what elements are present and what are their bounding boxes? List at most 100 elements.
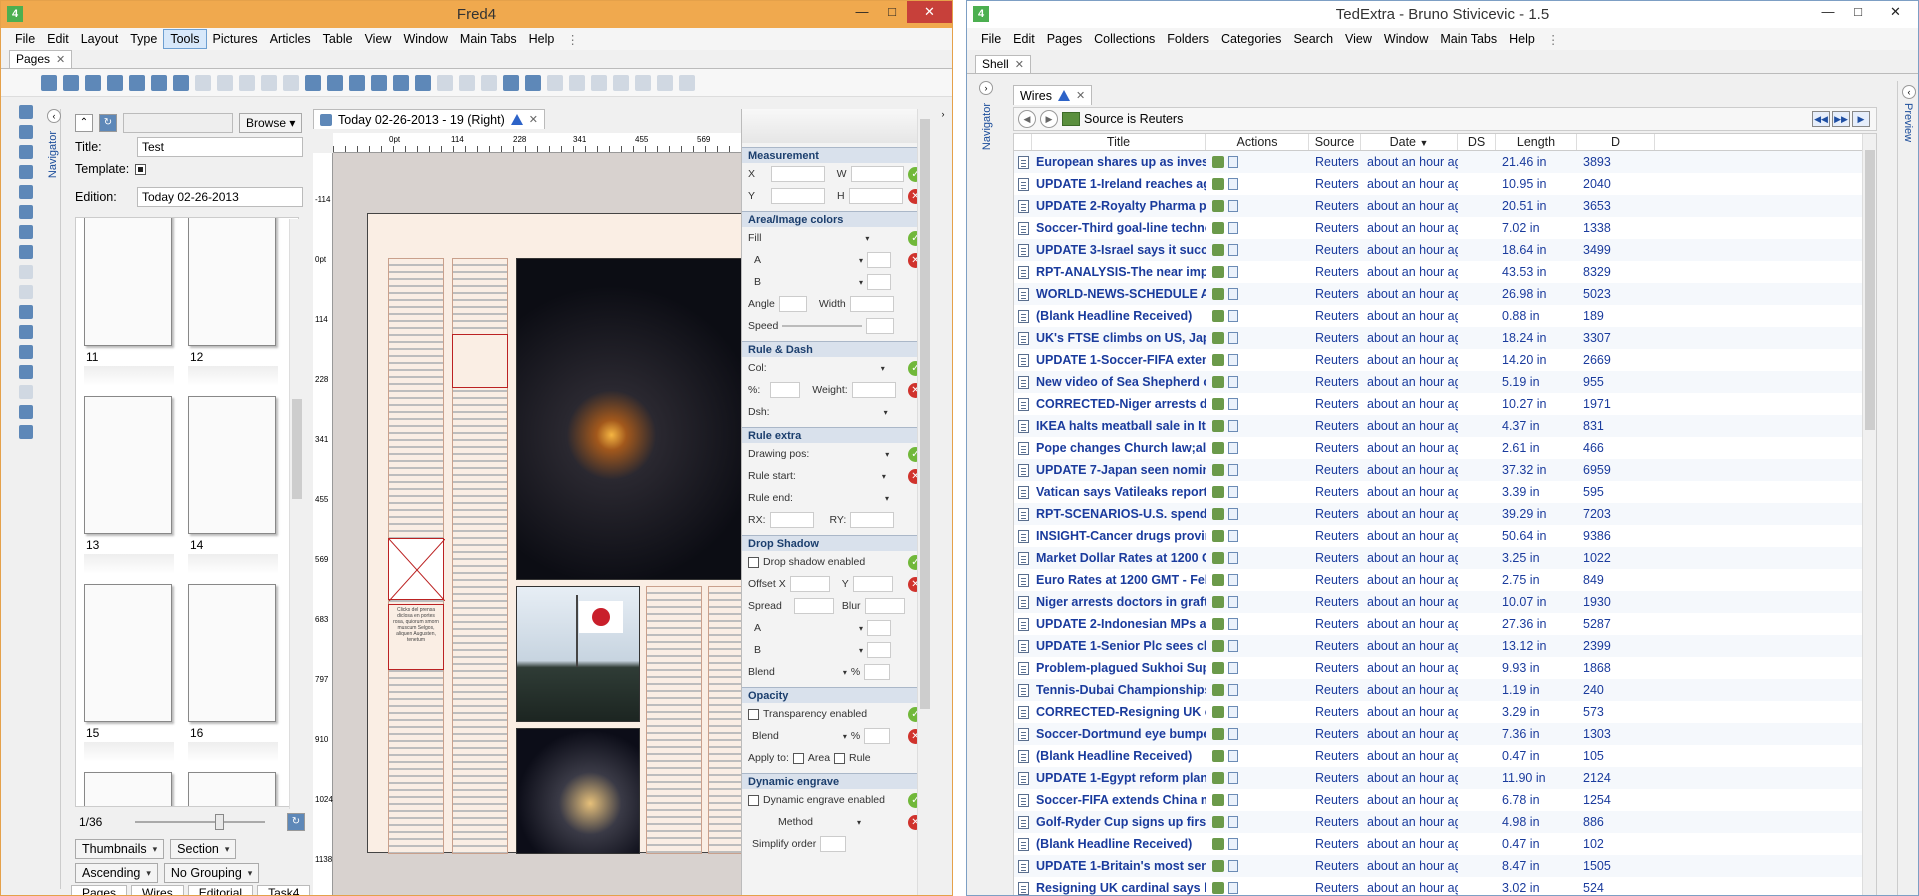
open-action-icon[interactable] (1228, 508, 1238, 520)
tab-task4[interactable]: Task4 (257, 885, 311, 895)
chevron-down-icon[interactable]: ▾ (859, 278, 863, 287)
link-action-icon[interactable] (1212, 838, 1224, 850)
link-action-icon[interactable] (1212, 310, 1224, 322)
table-icon[interactable] (393, 74, 409, 91)
section-measurement[interactable]: Measurement (742, 147, 931, 163)
menu-item[interactable]: Categories (1215, 30, 1287, 48)
menu-item[interactable]: Main Tabs (1434, 30, 1503, 48)
speed-input[interactable] (866, 318, 895, 334)
link-action-icon[interactable] (1212, 860, 1224, 872)
up-button[interactable]: ⌃ (75, 114, 93, 132)
chevron-down-icon[interactable]: ▾ (884, 408, 888, 417)
menu-item[interactable]: Type (124, 30, 163, 48)
pointer-icon[interactable] (19, 105, 33, 119)
page-thumbnail[interactable] (188, 218, 276, 346)
row-title[interactable]: UPDATE 7-Japan seen nominat (1032, 463, 1206, 477)
row-title[interactable]: Golf-Ryder Cup signs up first v (1032, 815, 1206, 829)
transparency-checkbox[interactable] (748, 708, 759, 720)
chevron-down-icon[interactable]: ▾ (885, 450, 889, 459)
layout-icon[interactable] (349, 74, 365, 91)
column-header-length[interactable]: Length (1496, 134, 1577, 150)
spread-input[interactable] (793, 598, 834, 614)
simplify-order-input[interactable] (820, 836, 847, 852)
columns-icon[interactable] (415, 74, 431, 91)
menu-item[interactable]: Main Tabs (454, 30, 523, 48)
menu-item[interactable]: Help (523, 30, 561, 48)
row-title[interactable]: UPDATE 2-Indonesian MPs air c (1032, 617, 1206, 631)
table-row[interactable]: UPDATE 1-Britain's most senio Reuters ab… (1014, 855, 1876, 877)
table-row[interactable]: Vatican says Vatileaks report to Reuters… (1014, 481, 1876, 503)
collapse-icon[interactable]: ‹ (47, 109, 61, 123)
open-action-icon[interactable] (1228, 420, 1238, 432)
export-icon[interactable] (151, 74, 167, 91)
table-row[interactable]: Resigning UK cardinal says he Reuters ab… (1014, 877, 1876, 895)
chevron-down-icon[interactable]: ▾ (865, 234, 869, 243)
column-header-title[interactable]: Title (1032, 134, 1206, 150)
table-row[interactable]: UPDATE 1-Soccer-FIFA extend Reuters abou… (1014, 349, 1876, 371)
empty-picture-box[interactable] (388, 538, 446, 602)
open-action-icon[interactable] (1228, 640, 1238, 652)
menu-item[interactable]: View (359, 30, 398, 48)
page-thumbnail[interactable] (84, 772, 172, 806)
open-action-icon[interactable] (1228, 332, 1238, 344)
row-title[interactable]: Soccer-Third goal-line technol (1032, 221, 1206, 235)
link-action-icon[interactable] (1212, 178, 1224, 190)
close-icon[interactable]: ✕ (529, 113, 538, 126)
menu-item[interactable]: Pictures (207, 30, 264, 48)
unlink-icon[interactable] (19, 285, 33, 299)
close-button[interactable]: ✕ (1873, 1, 1918, 23)
row-title[interactable]: Market Dollar Rates at 1200 G (1032, 551, 1206, 565)
link-action-icon[interactable] (1212, 508, 1224, 520)
column-header-source[interactable]: Source (1309, 134, 1361, 150)
link-action-icon[interactable] (1212, 882, 1224, 894)
open-action-icon[interactable] (1228, 618, 1238, 630)
word-icon[interactable] (19, 425, 33, 439)
link-action-icon[interactable] (1212, 618, 1224, 630)
table-row[interactable]: Soccer-Third goal-line technol Reuters a… (1014, 217, 1876, 239)
row-title[interactable]: Soccer-FIFA extends China ma (1032, 793, 1206, 807)
page-thumbnail[interactable] (188, 772, 276, 806)
page-thumbnail[interactable] (84, 584, 172, 722)
area-checkbox[interactable] (792, 752, 804, 764)
table-scrollbar[interactable] (1862, 134, 1876, 895)
speed-slider[interactable] (782, 325, 863, 327)
open-action-icon[interactable] (1228, 442, 1238, 454)
refresh-icon[interactable] (327, 74, 343, 91)
menu-item[interactable]: Window (397, 30, 453, 48)
link-action-icon[interactable] (1212, 200, 1224, 212)
table-row[interactable]: UPDATE 2-Indonesian MPs air c Reuters ab… (1014, 613, 1876, 635)
page-thumbnail[interactable] (84, 396, 172, 534)
navigator-label[interactable]: Navigator (981, 103, 993, 150)
check-icon[interactable] (173, 74, 189, 91)
row-title[interactable]: INSIGHT-Cancer drugs proving (1032, 529, 1206, 543)
blend-input[interactable] (864, 664, 891, 680)
rule-checkbox[interactable] (834, 752, 846, 764)
section-rule-extra[interactable]: Rule extra (742, 427, 931, 443)
width-input[interactable] (849, 296, 894, 312)
link-action-icon[interactable] (1212, 772, 1224, 784)
open-action-icon[interactable] (1228, 882, 1238, 894)
row-title[interactable]: RPT-SCENARIOS-U.S. spending (1032, 507, 1206, 521)
tab-pages[interactable]: Pages ✕ (9, 50, 73, 68)
maximize-button[interactable]: □ (877, 1, 907, 23)
section-dynamic-engrave[interactable]: Dynamic engrave (742, 773, 931, 789)
open-action-icon[interactable] (1228, 156, 1238, 168)
first-page-button[interactable]: ◀◀ (1812, 111, 1830, 127)
link-action-icon[interactable] (1212, 684, 1224, 696)
link-action-icon[interactable] (1212, 376, 1224, 388)
picture-box-icon[interactable] (19, 225, 33, 239)
forward-button[interactable]: ▶ (1040, 110, 1058, 128)
p-icon[interactable] (459, 74, 475, 91)
open-action-icon[interactable] (1228, 354, 1238, 366)
picture-caption[interactable]: Clicks del prensa diclosa en portes rosa… (388, 604, 444, 670)
next-page-button[interactable]: ▶▶ (1832, 111, 1850, 127)
row-title[interactable]: WORLD-NEWS-SCHEDULE AT (1032, 287, 1206, 301)
strike-icon[interactable] (679, 74, 695, 91)
expand-icon[interactable]: › (979, 81, 993, 95)
row-title[interactable]: UPDATE 1-Ireland reaches agre (1032, 177, 1206, 191)
open-action-icon[interactable] (1228, 838, 1238, 850)
menu-item[interactable]: File (975, 30, 1007, 48)
table-row[interactable]: UK's FTSE climbs on US, Japan Reuters ab… (1014, 327, 1876, 349)
row-title[interactable]: UPDATE 1-Soccer-FIFA extend (1032, 353, 1206, 367)
table-row[interactable]: UPDATE 1-Senior Plc sees close Reuters a… (1014, 635, 1876, 657)
